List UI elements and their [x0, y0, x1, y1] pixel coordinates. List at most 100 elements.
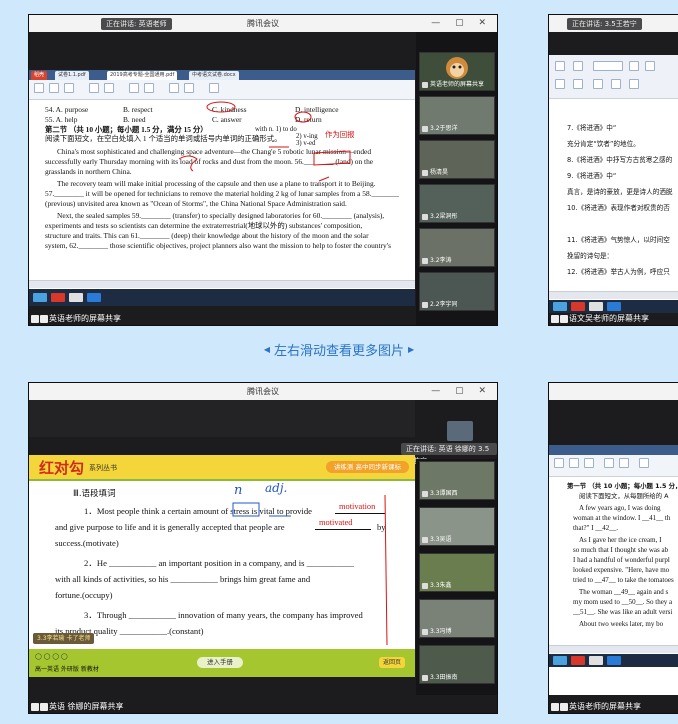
participant-tile[interactable]: 3.2李涛: [419, 228, 495, 267]
question-line: 充分肯定“饮者”的地位。: [567, 140, 640, 148]
participant-tile[interactable]: 英语老师的屏幕共享: [419, 52, 495, 91]
toolbar-button[interactable]: [629, 61, 639, 71]
participant-tile[interactable]: 3.3冯博: [419, 599, 495, 638]
taskbar-app-icon[interactable]: [51, 293, 65, 302]
toolbar-button[interactable]: [34, 83, 44, 93]
tab-doc2[interactable]: 2019高考专题-全国通用.pdf: [107, 71, 178, 80]
tab-home[interactable]: 稻壳: [31, 71, 48, 80]
passage-line: I had a handful of wonderful purpl: [573, 556, 670, 564]
toolbar-ribbon: [29, 80, 415, 100]
taskbar-app-icon[interactable]: [571, 302, 585, 311]
participant-tile[interactable]: 3.2梁洞彤: [419, 184, 495, 223]
user-icon: [40, 314, 48, 323]
taskbar-app-icon[interactable]: [571, 656, 585, 665]
toolbar-button[interactable]: [555, 61, 565, 71]
passage-line: 第一节 （共 10 小题；每小题 1.5 分，满: [567, 482, 678, 490]
toolbar-button[interactable]: [209, 83, 219, 93]
toolbar-button[interactable]: [184, 83, 194, 93]
toolbar-button[interactable]: [645, 61, 655, 71]
tab-doc1[interactable]: 试卷1.1.pdf: [55, 71, 89, 80]
meeting-window-4: 第一节 （共 10 小题；每小题 1.5 分，满 阅读下面短文，从每题所给的 A…: [548, 382, 678, 714]
toolbar-button[interactable]: [89, 83, 99, 93]
status-bar: [549, 645, 678, 653]
status-bar: [549, 291, 678, 299]
screen-share-label: 英语老师的屏幕共享: [551, 701, 641, 712]
swipe-hint[interactable]: ◀ 左右滑动查看更多图片 ▶: [0, 340, 678, 359]
toolbar-button[interactable]: [573, 61, 583, 71]
taskbar-app-icon[interactable]: [553, 302, 567, 311]
user-icon: [560, 314, 568, 323]
toolbar-button[interactable]: [49, 83, 59, 93]
toolbar-button[interactable]: [611, 79, 621, 89]
taskbar-app-icon[interactable]: [589, 302, 603, 311]
toolbar-button[interactable]: [144, 83, 154, 93]
taskbar: [549, 300, 678, 313]
footer-course: 高一英语 外研版 新教材: [35, 666, 99, 673]
participant-tile[interactable]: 3.3吴语: [419, 507, 495, 546]
toolbar-button[interactable]: [593, 61, 623, 71]
toolbar-icons[interactable]: ◯ ◯ ◯ ◯: [35, 653, 68, 660]
toolbar-button[interactable]: [573, 79, 583, 89]
participant-name: 3.3田振南: [430, 674, 458, 681]
toolbar-button[interactable]: [169, 83, 179, 93]
toolbar-button[interactable]: [593, 79, 603, 89]
window-controls[interactable]: — ▢ ✕: [431, 15, 492, 32]
participant-tile[interactable]: 3.3朱鑫: [419, 553, 495, 592]
toolbar-button[interactable]: [104, 83, 114, 93]
participant-tile[interactable]: 2.2李宇同: [419, 272, 495, 311]
tab-doc3[interactable]: 中考语文试卷.docx: [189, 71, 239, 80]
shared-document[interactable]: 稻壳 试卷1.1.pdf 2019高考专题-全国通用.pdf 中考语文试卷.do…: [29, 70, 415, 306]
enter-handbook-button[interactable]: 进入手册: [197, 657, 243, 668]
taskbar-app-icon[interactable]: [607, 656, 621, 665]
tab-bar: [549, 445, 678, 455]
toolbar-button[interactable]: [604, 458, 614, 468]
shared-courseware[interactable]: 红对勾 系列丛书 讲练测 高中同步新课标 Ⅲ.语段填词 1．Most peopl…: [29, 455, 415, 677]
red-pen-annotations: [178, 101, 351, 182]
toolbar-button[interactable]: [569, 458, 579, 468]
taskbar-app-icon[interactable]: [553, 656, 567, 665]
chevron-left-icon[interactable]: ◀: [264, 345, 270, 354]
passage-line: __51__. She was like an adult versi: [573, 608, 673, 616]
speaking-indicator: 正在讲话: 英语 徐娜的 3.5王若宁: [401, 443, 497, 465]
toolbar-button[interactable]: [555, 79, 565, 89]
question-line: 真言，是诗的豪放，更是诗人的洒脱: [567, 188, 673, 196]
participant-tile[interactable]: 杨清昊: [419, 140, 495, 179]
participant-tile[interactable]: 3.2于思洋: [419, 96, 495, 135]
taskbar-app-icon[interactable]: [607, 302, 621, 311]
toolbar-ribbon: [549, 455, 678, 477]
speaking-indicator: 正在讲话: 英语老师: [101, 18, 172, 30]
shared-document[interactable]: 第一节 （共 10 小题；每小题 1.5 分，满 阅读下面短文，从每题所给的 A…: [549, 445, 678, 695]
taskbar-app-icon[interactable]: [33, 293, 47, 302]
screen-share-label: 英语 徐娜的屏幕共享: [31, 701, 124, 712]
participant-name: 3.2梁洞彤: [430, 213, 458, 220]
taskbar-app-icon[interactable]: [87, 293, 101, 302]
speaking-indicator: 正在讲话: 3.5王若宁: [567, 18, 642, 30]
toolbar-button[interactable]: [129, 83, 139, 93]
participant-tile[interactable]: 3.3田振南: [419, 645, 495, 684]
participant-tile[interactable]: 3.3谭国西: [419, 461, 495, 500]
tab-bar: 稻壳 试卷1.1.pdf 2019高考专题-全国通用.pdf 中考语文试卷.do…: [29, 70, 415, 80]
monkey-avatar-icon: [446, 57, 468, 79]
swipe-hint-text: 左右滑动查看更多图片: [273, 344, 404, 359]
taskbar-app-icon[interactable]: [69, 293, 83, 302]
toolbar-button[interactable]: [619, 458, 629, 468]
document-body: 54. A. purpose B. respect C. kindness D.…: [29, 101, 415, 291]
question-line: 9.《将进酒》中“: [567, 172, 617, 180]
taskbar-app-icon[interactable]: [589, 656, 603, 665]
toolbar-button[interactable]: [639, 458, 649, 468]
toolbar-button[interactable]: [64, 83, 74, 93]
shared-document[interactable]: 7.《将进酒》中“ 充分肯定“饮者”的地位。 8.《将进酒》中抒写方古贫寒之感的…: [549, 55, 678, 313]
screen-share-icon: [31, 702, 39, 711]
user-icon: [40, 702, 48, 711]
toolbar-button[interactable]: [554, 458, 564, 468]
window-controls[interactable]: — ▢ ✕: [431, 383, 492, 400]
mic-icon: [422, 81, 428, 88]
participant-name: 3.2于思洋: [430, 125, 458, 132]
toolbar-button[interactable]: [629, 79, 639, 89]
back-page-button[interactable]: 返回页: [378, 657, 405, 668]
chevron-right-icon[interactable]: ▶: [408, 345, 414, 354]
screen-share-label: 英语老师的屏幕共享: [31, 313, 121, 324]
chat-toast: 3.3李若瑜 卡了老师: [33, 633, 95, 644]
participant-name: 2.2李宇同: [430, 301, 458, 308]
toolbar-button[interactable]: [584, 458, 594, 468]
